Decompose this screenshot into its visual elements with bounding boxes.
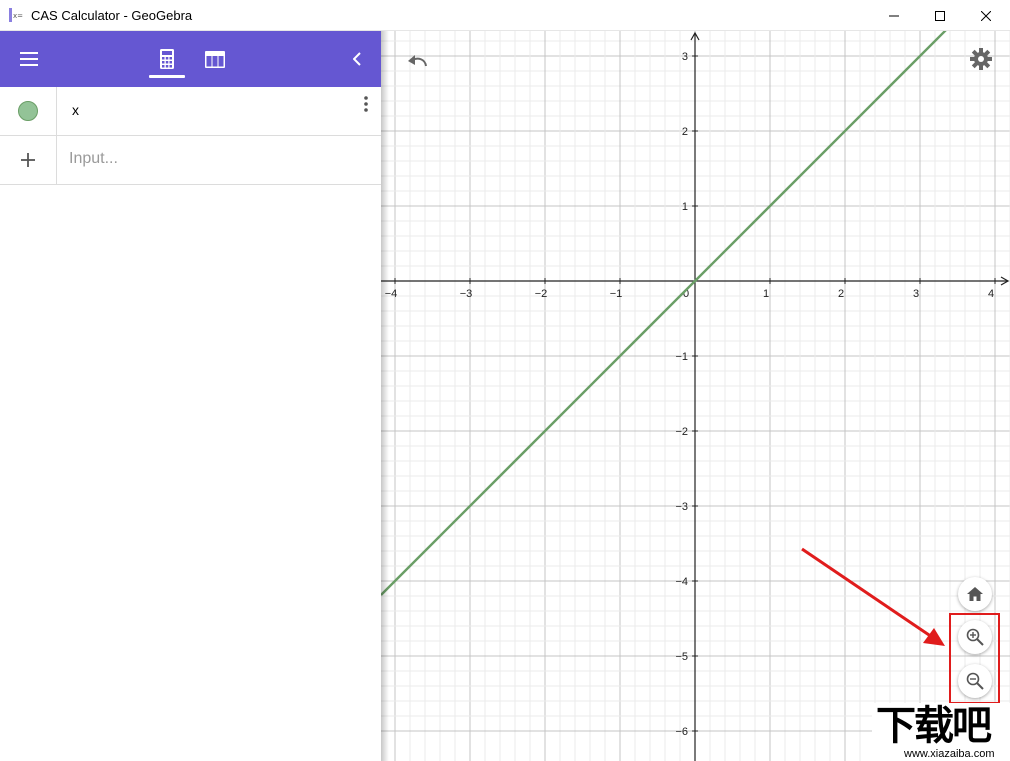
y-tick-label: 1 xyxy=(682,201,688,213)
watermark: 下载吧 www.xiazaiba.com xyxy=(872,703,1010,761)
y-tick-label: 3 xyxy=(682,51,688,63)
maximize-icon xyxy=(935,10,945,21)
algebra-item-row[interactable]: x xyxy=(0,87,381,136)
collapse-panel-button[interactable] xyxy=(344,45,370,73)
y-tick-label: −6 xyxy=(675,726,688,738)
tab-table[interactable] xyxy=(200,45,230,73)
home-icon xyxy=(967,587,983,601)
calculator-icon xyxy=(160,49,174,69)
x-tick-label: −1 xyxy=(610,288,623,300)
minimize-icon xyxy=(889,15,899,16)
add-item-button[interactable] xyxy=(0,136,57,184)
algebra-input-field[interactable]: Input... xyxy=(69,150,118,168)
window-title: CAS Calculator - GeoGebra xyxy=(31,8,193,23)
y-tick-label: −5 xyxy=(675,651,688,663)
algebra-toolbar xyxy=(0,31,381,87)
visibility-toggle[interactable] xyxy=(0,87,57,135)
x-tick-label: −3 xyxy=(460,288,473,300)
standard-view-button[interactable] xyxy=(958,577,992,611)
plus-icon xyxy=(21,153,35,167)
visibility-marker-icon xyxy=(18,101,38,121)
svg-text:x=: x= xyxy=(13,12,23,20)
x-tick-label: 4 xyxy=(988,288,994,300)
y-tick-label: −3 xyxy=(675,501,688,513)
algebra-input-row[interactable]: Input... xyxy=(0,136,381,185)
annotation-highlight-box xyxy=(949,613,1000,704)
watermark-logo: 下载吧 xyxy=(876,703,992,749)
y-tick-label: −2 xyxy=(675,426,688,438)
maximize-button[interactable] xyxy=(917,0,963,31)
close-button[interactable] xyxy=(963,0,1009,31)
item-more-button[interactable] xyxy=(358,93,374,115)
tab-algebra[interactable] xyxy=(152,45,182,73)
algebra-item-expression[interactable]: x xyxy=(72,102,79,118)
gear-icon xyxy=(970,48,992,70)
hamburger-menu-icon xyxy=(20,52,38,66)
y-tick-label: −1 xyxy=(675,351,688,363)
graphics-settings-button[interactable] xyxy=(967,46,995,72)
x-tick-label: 2 xyxy=(838,288,844,300)
undo-icon xyxy=(408,55,427,67)
annotation-arrow xyxy=(801,547,945,646)
minimize-button[interactable] xyxy=(871,0,917,31)
y-tick-label: −4 xyxy=(675,576,688,588)
x-tick-label: 1 xyxy=(763,288,769,300)
y-tick-label: 2 xyxy=(682,126,688,138)
watermark-url: www.xiazaiba.com xyxy=(904,748,995,760)
panel-divider-shadow xyxy=(381,31,389,761)
undo-button[interactable] xyxy=(403,47,431,73)
title-bar: x= CAS Calculator - GeoGebra xyxy=(0,0,1010,31)
table-icon xyxy=(205,50,225,68)
chevron-left-icon xyxy=(353,52,361,66)
algebra-panel: x Input... xyxy=(0,31,381,761)
x-tick-label: −2 xyxy=(535,288,548,300)
close-icon xyxy=(981,10,991,21)
x-tick-label: 3 xyxy=(913,288,919,300)
menu-button[interactable] xyxy=(14,45,44,73)
app-window: x= CAS Calculator - GeoGebra x Input... … xyxy=(0,0,1010,761)
active-tab-indicator xyxy=(149,75,185,78)
more-vertical-icon xyxy=(364,96,368,112)
geogebra-app-icon: x= xyxy=(9,8,23,22)
